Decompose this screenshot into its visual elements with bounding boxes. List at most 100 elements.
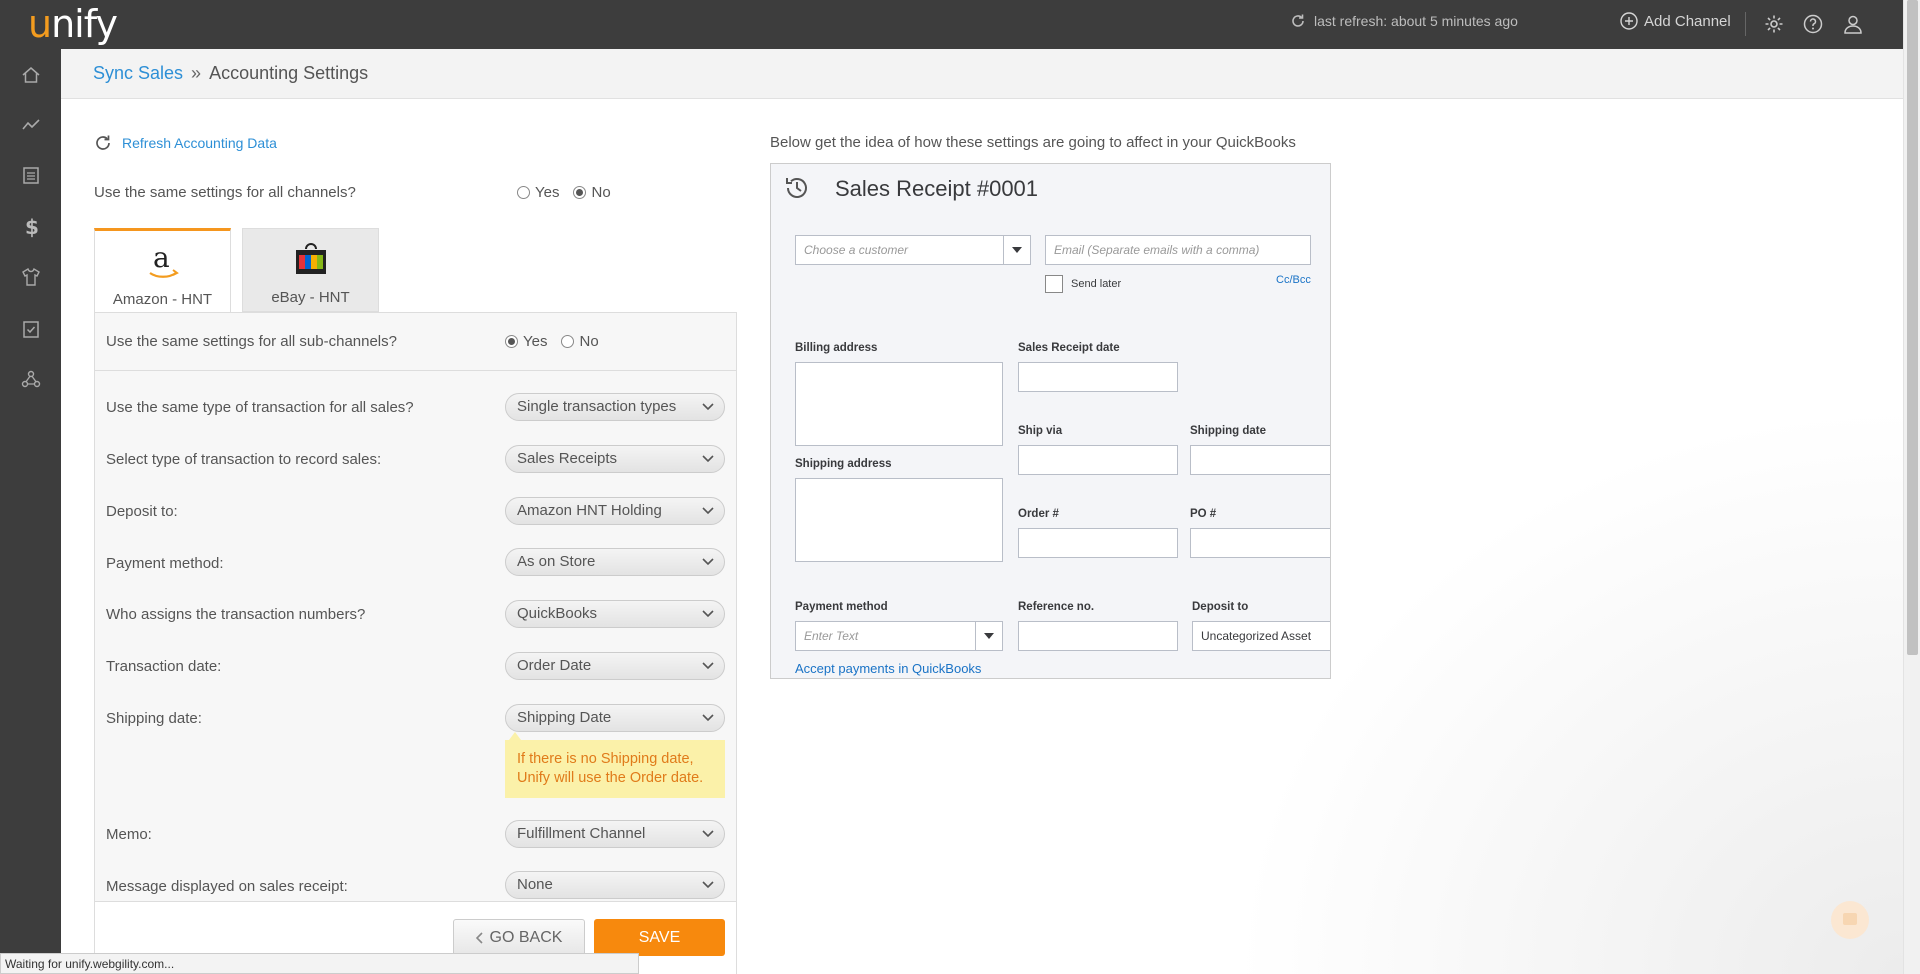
radio-label-yes: Yes [523, 333, 548, 350]
payment-method-label: Payment method: [106, 555, 224, 572]
help-icon[interactable] [1801, 12, 1825, 36]
page-scrollbar[interactable] [1903, 0, 1920, 974]
user-icon[interactable] [1841, 12, 1865, 36]
caret-down-icon [1012, 247, 1022, 253]
svg-text:a: a [153, 243, 170, 274]
chevron-down-icon [702, 558, 714, 566]
tab-amazon-hnt[interactable]: a Amazon - HNT [94, 228, 231, 314]
memo-label: Memo: [106, 826, 152, 843]
chevron-down-icon [702, 403, 714, 411]
clipboard-check-icon [22, 321, 39, 338]
chat-widget-button[interactable] [1831, 901, 1869, 939]
chevron-down-icon [702, 610, 714, 618]
sidebar-item-tasks[interactable] [0, 307, 61, 351]
subchannels-yes-radio[interactable]: Yes [505, 333, 547, 350]
reference-number-label: Reference no. [1018, 601, 1095, 613]
sales-receipt-title: Sales Receipt #0001 [835, 176, 1039, 201]
deposit-to-preview-value: Uncategorized Asset [1201, 629, 1312, 643]
add-channel-label: Add Channel [1644, 12, 1731, 30]
amazon-logo-icon: a [148, 243, 179, 278]
deposit-to-select[interactable]: Amazon HNT Holding [505, 497, 725, 525]
radio-label-no: No [591, 184, 611, 201]
sidebar-item-sales[interactable]: $ [0, 205, 61, 249]
tab-ebay-hnt[interactable]: eBay - HNT [242, 228, 379, 312]
refresh-accounting-data-link[interactable]: Refresh Accounting Data [94, 134, 277, 152]
gear-icon[interactable] [1762, 12, 1786, 36]
top-bar: unify last refresh: about 5 minutes ago … [0, 0, 1903, 49]
email-placeholder: Email (Separate emails with a comma) [1054, 243, 1260, 257]
billing-address-label: Billing address [795, 342, 878, 354]
add-channel-button[interactable]: Add Channel [1620, 12, 1731, 30]
transaction-numbers-select[interactable]: QuickBooks [505, 600, 725, 628]
line-chart-icon [21, 119, 40, 130]
home-icon [22, 67, 39, 83]
sidebar-item-integrations[interactable] [0, 357, 61, 401]
customer-combobox: Choose a customer [795, 235, 1031, 265]
shipping-date-tooltip: If there is no Shipping date, Unify will… [505, 732, 725, 798]
accept-payments-link: Accept payments in QuickBooks [795, 661, 982, 676]
payment-method-placeholder: Enter Text [804, 629, 859, 643]
deposit-to-label: Deposit to: [106, 503, 178, 520]
record-sales-transaction-select[interactable]: Sales Receipts [505, 445, 725, 473]
shipping-date-label: Shipping date: [106, 710, 202, 727]
send-later-label: Send later [1071, 278, 1122, 290]
history-clock-icon [786, 178, 807, 198]
chevron-down-icon [702, 830, 714, 838]
shipping-date-select[interactable]: Shipping Date [505, 704, 725, 732]
customer-dropdown-toggle [1003, 236, 1030, 264]
payment-method-select[interactable]: As on Store [505, 548, 725, 576]
radio-button-selected[interactable] [505, 335, 518, 348]
transaction-date-select[interactable]: Order Date [505, 652, 725, 680]
preview-caption: Below get the idea of how these settings… [770, 134, 1296, 151]
sidebar-item-orders[interactable] [0, 153, 61, 197]
customer-placeholder: Choose a customer [804, 243, 909, 257]
breadcrumb: Sync Sales » Accounting Settings [93, 63, 368, 84]
radio-button[interactable] [517, 186, 530, 199]
sales-receipt-date-label: Sales Receipt date [1018, 342, 1120, 354]
memo-select[interactable]: Fulfillment Channel [505, 820, 725, 848]
scrollbar-thumb[interactable] [1907, 0, 1918, 655]
transaction-type-all-sales-label: Use the same type of transaction for all… [106, 399, 414, 416]
record-sales-transaction-label: Select type of transaction to record sal… [106, 451, 382, 468]
deposit-to-preview-label: Deposit to [1192, 601, 1249, 613]
shipping-address-field [795, 478, 1003, 562]
subchannels-no-radio[interactable]: No [561, 333, 599, 350]
same-settings-channels-question: Use the same settings for all channels? [94, 184, 356, 201]
plus-circle-icon [1620, 12, 1638, 30]
po-number-label: PO # [1190, 508, 1217, 520]
billing-address-field [795, 362, 1003, 446]
sidebar-item-home[interactable] [0, 53, 61, 97]
ebay-bag-icon [295, 243, 326, 274]
sidebar: $ [0, 49, 61, 974]
unify-logo[interactable]: unify [20, 2, 118, 46]
last-refresh-status[interactable]: last refresh: about 5 minutes ago [1290, 13, 1518, 29]
transaction-date-label: Transaction date: [106, 658, 222, 675]
same-settings-channels-no-radio[interactable]: No [573, 184, 611, 201]
sidebar-item-products[interactable] [0, 255, 61, 299]
tab-label: eBay - HNT [271, 289, 350, 306]
radio-label-no: No [579, 333, 599, 350]
last-refresh-text: last refresh: about 5 minutes ago [1314, 13, 1518, 29]
payment-method-preview-field: Enter Text [795, 621, 1003, 651]
page-title: Accounting Settings [209, 63, 369, 83]
radio-button-selected[interactable] [573, 186, 587, 199]
radio-button[interactable] [561, 335, 575, 348]
topbar-divider [1745, 12, 1746, 36]
breadcrumb-sync-sales-link[interactable]: Sync Sales [93, 63, 183, 83]
chevron-down-icon [702, 455, 714, 463]
sidebar-item-analytics[interactable] [0, 103, 61, 147]
go-back-button[interactable]: GO BACK [453, 919, 585, 957]
email-field: Email (Separate emails with a comma) [1045, 235, 1311, 265]
order-number-label: Order # [1018, 508, 1059, 520]
chevron-down-icon [702, 507, 714, 515]
save-button[interactable]: SAVE [594, 919, 725, 956]
sales-receipt-message-select[interactable]: None [505, 871, 725, 899]
po-number-field [1190, 528, 1330, 558]
svg-text:$: $ [25, 216, 39, 238]
caret-down-icon [984, 633, 994, 639]
transaction-type-all-sales-select[interactable]: Single transaction types [505, 393, 725, 421]
dollar-icon: $ [25, 216, 39, 238]
same-settings-channels-yes-radio[interactable]: Yes [517, 184, 559, 201]
breadcrumb-bar: Sync Sales » Accounting Settings [61, 49, 1903, 99]
order-number-field [1018, 528, 1178, 558]
